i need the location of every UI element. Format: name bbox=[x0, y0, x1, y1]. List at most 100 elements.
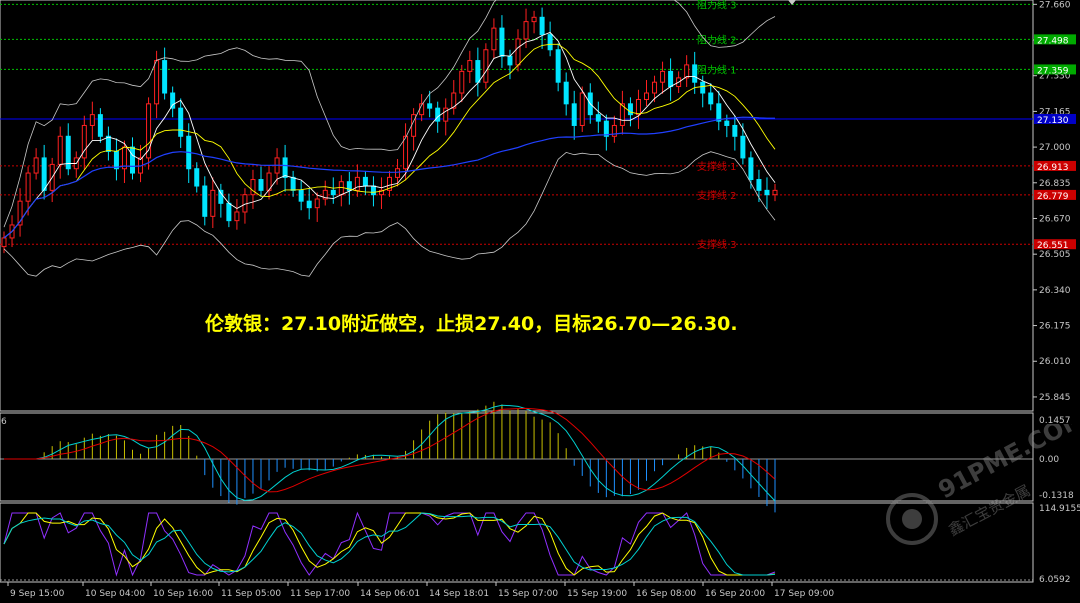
candle-body bbox=[250, 179, 256, 196]
x-tick-label: 15 Sep 19:00 bbox=[567, 589, 627, 599]
candle-body bbox=[57, 135, 63, 165]
candle-body bbox=[764, 189, 770, 196]
candle-body bbox=[684, 64, 690, 79]
candle-body bbox=[627, 103, 633, 116]
candle-body bbox=[692, 64, 698, 83]
candle-body bbox=[210, 189, 216, 217]
stoch-y-label: 6.0592 bbox=[1039, 575, 1071, 585]
candle-body bbox=[170, 92, 176, 109]
price-label-text: 26.779 bbox=[1037, 192, 1069, 202]
candle-body bbox=[338, 181, 344, 196]
candle-body bbox=[724, 120, 730, 126]
candle-body bbox=[732, 124, 738, 137]
candle-body bbox=[1, 237, 7, 248]
candle-body bbox=[531, 16, 537, 23]
candle-body bbox=[178, 107, 184, 137]
candle-body bbox=[475, 60, 481, 83]
candle-body bbox=[539, 16, 545, 36]
candle-body bbox=[403, 135, 409, 170]
candle-body bbox=[555, 49, 561, 83]
x-tick-label: 15 Sep 07:00 bbox=[498, 589, 558, 599]
candle-body bbox=[427, 103, 433, 109]
candle-body bbox=[298, 189, 304, 202]
candle-body bbox=[644, 92, 649, 101]
candle-body bbox=[226, 202, 232, 222]
x-tick-label: 11 Sep 17:00 bbox=[290, 589, 350, 599]
candle-body bbox=[154, 60, 160, 105]
candle-body bbox=[708, 92, 714, 105]
y-tick-label: 27.000 bbox=[1039, 143, 1071, 153]
candle-body bbox=[194, 168, 200, 187]
candle-body bbox=[113, 150, 119, 170]
candle-body bbox=[435, 107, 441, 122]
candle-body bbox=[740, 135, 746, 159]
candle-body bbox=[41, 157, 47, 191]
candle-body bbox=[748, 157, 754, 181]
candle-body bbox=[499, 27, 505, 57]
price-label-text: 27.359 bbox=[1037, 66, 1069, 76]
candle-body bbox=[756, 179, 762, 191]
candle-body bbox=[571, 103, 577, 126]
x-tick-label: 14 Sep 06:01 bbox=[360, 589, 420, 599]
y-tick-label: 26.505 bbox=[1039, 250, 1071, 260]
candle-body bbox=[491, 27, 497, 51]
candle-body bbox=[97, 114, 103, 137]
candle-body bbox=[290, 176, 296, 191]
macd-corner-label: 6 bbox=[1, 417, 7, 427]
x-tick-label: 11 Sep 05:00 bbox=[221, 589, 281, 599]
x-tick-label: 16 Sep 08:00 bbox=[636, 589, 696, 599]
candle-body bbox=[515, 38, 521, 66]
x-tick-label: 10 Sep 16:00 bbox=[153, 589, 213, 599]
candle-body bbox=[234, 211, 240, 222]
candle-body bbox=[660, 70, 666, 83]
x-tick-label: 10 Sep 04:00 bbox=[85, 589, 145, 599]
watermark-logo: 91PME.COM 鑫汇宝贵金属 bbox=[872, 403, 1080, 564]
candle-body bbox=[395, 168, 401, 178]
candle-body bbox=[25, 172, 31, 202]
price-label-text: 26.913 bbox=[1037, 163, 1069, 173]
level-label: 支撑线 2 bbox=[697, 189, 737, 202]
candle-body bbox=[547, 34, 553, 51]
level-label: 阻力线 2 bbox=[697, 33, 737, 46]
candle-body bbox=[306, 200, 312, 209]
candle-body bbox=[603, 120, 609, 137]
candle-body bbox=[700, 81, 706, 94]
x-tick-label: 9 Sep 15:00 bbox=[10, 589, 65, 599]
candle-body bbox=[507, 55, 513, 66]
candle-body bbox=[354, 176, 360, 191]
x-tick-label: 14 Sep 18:01 bbox=[429, 589, 489, 599]
candle-body bbox=[202, 185, 208, 217]
candle-body bbox=[330, 189, 336, 196]
price-label-text: 27.498 bbox=[1037, 36, 1069, 46]
y-tick-label: 26.835 bbox=[1039, 179, 1071, 189]
candle-body bbox=[668, 70, 674, 88]
candle-body bbox=[563, 81, 569, 105]
level-label: 支撑线 1 bbox=[697, 160, 737, 173]
x-tick-label: 17 Sep 09:00 bbox=[774, 589, 834, 599]
x-tick-label: 16 Sep 20:00 bbox=[705, 589, 765, 599]
trade-annotation: 伦敦银：27.10附近做空，止损27.40，目标26.70—26.30. bbox=[205, 313, 738, 335]
candle-body bbox=[467, 60, 473, 72]
price-label-text: 26.551 bbox=[1037, 241, 1069, 251]
candle-body bbox=[579, 92, 585, 126]
candle-body bbox=[33, 157, 39, 174]
y-tick-label: 26.670 bbox=[1039, 214, 1071, 224]
candle-body bbox=[370, 185, 376, 196]
y-tick-label: 26.340 bbox=[1039, 286, 1071, 296]
y-tick-label: 25.845 bbox=[1039, 393, 1071, 403]
candle-body bbox=[130, 146, 135, 174]
candle-body bbox=[242, 194, 248, 213]
candle-body bbox=[362, 176, 368, 187]
candle-body bbox=[282, 157, 288, 178]
candle-body bbox=[772, 189, 778, 196]
y-tick-label: 26.010 bbox=[1039, 357, 1071, 367]
price-label-text: 27.130 bbox=[1037, 116, 1069, 126]
candle-body bbox=[162, 60, 168, 94]
candle-body bbox=[652, 81, 658, 94]
candle-body bbox=[89, 114, 95, 126]
y-tick-label: 26.175 bbox=[1039, 322, 1071, 332]
candle-body bbox=[105, 135, 111, 152]
candle-body bbox=[459, 70, 465, 94]
candle-body bbox=[523, 21, 529, 40]
level-label: 阻力线 3 bbox=[697, 0, 737, 11]
